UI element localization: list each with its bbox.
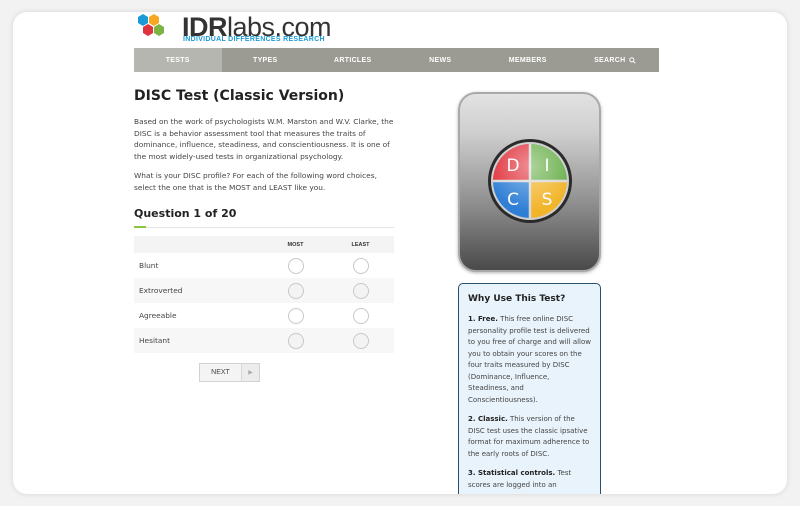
- question-divider-accent: [134, 226, 146, 228]
- disc-letter: C: [507, 190, 519, 210]
- disc-logo-icon: D I C S: [488, 139, 572, 223]
- least-radio[interactable]: [352, 332, 369, 349]
- main-nav: TESTS TYPES ARTICLES NEWS MEMBERS SEARCH: [134, 48, 659, 72]
- question-divider: [134, 227, 394, 228]
- why-use-box: Why Use This Test? 1. Free. This free on…: [458, 283, 601, 494]
- most-radio[interactable]: [287, 307, 304, 324]
- why-point: 1. Free. This free online DISC personali…: [468, 315, 592, 404]
- why-point: 2. Classic. This version of the DISC tes…: [468, 415, 590, 458]
- disc-letter: D: [506, 156, 519, 176]
- most-radio[interactable]: [287, 282, 304, 299]
- next-button-label: NEXT: [211, 369, 230, 376]
- column-most-header: MOST: [287, 241, 304, 248]
- logo-tagline: INDIVIDUAL DIFFERENCES RESEARCH: [183, 36, 325, 43]
- least-radio[interactable]: [352, 307, 369, 324]
- why-title: Why Use This Test?: [468, 294, 566, 304]
- table-header: MOST LEAST: [134, 236, 394, 253]
- nav-item-news[interactable]: NEWS: [397, 48, 485, 72]
- option-label: Extroverted: [139, 286, 183, 295]
- nav-item-types[interactable]: TYPES: [222, 48, 310, 72]
- nav-item-tests[interactable]: TESTS: [134, 48, 222, 72]
- table-row: Extroverted: [134, 278, 394, 303]
- nav-item-articles[interactable]: ARTICLES: [309, 48, 397, 72]
- table-row: Blunt: [134, 253, 394, 278]
- table-row: Agreeable: [134, 303, 394, 328]
- page-title: DISC Test (Classic Version): [134, 88, 345, 104]
- question-table: MOST LEAST Blunt Extroverted Agreeable H…: [134, 236, 394, 353]
- page-frame: IDRlabs.com INDIVIDUAL DIFFERENCES RESEA…: [13, 12, 787, 494]
- column-least-header: LEAST: [351, 241, 370, 248]
- least-radio[interactable]: [352, 282, 369, 299]
- question-title: Question 1 of 20: [134, 207, 237, 220]
- disc-app-icon: D I C S: [458, 92, 601, 272]
- site-logo[interactable]: IDRlabs.com INDIVIDUAL DIFFERENCES RESEA…: [134, 12, 334, 48]
- most-radio[interactable]: [287, 332, 304, 349]
- option-label: Hesitant: [139, 336, 171, 345]
- arrow-right-icon: ▶: [241, 364, 259, 381]
- intro-paragraph: Based on the work of psychologists W.M. …: [134, 117, 394, 161]
- most-radio[interactable]: [287, 257, 304, 274]
- why-point: 3. Statistical controls. Test scores are…: [468, 469, 572, 489]
- search-icon: [629, 56, 637, 64]
- nav-item-search[interactable]: SEARCH: [572, 48, 660, 72]
- instructions-paragraph: What is your DISC profile? For each of t…: [134, 171, 377, 192]
- table-row: Hesitant: [134, 328, 394, 353]
- logo-hexagons-icon: [138, 14, 164, 36]
- least-radio[interactable]: [352, 257, 369, 274]
- option-label: Blunt: [139, 261, 159, 270]
- disc-letter: S: [542, 190, 553, 210]
- option-label: Agreeable: [139, 311, 177, 320]
- nav-item-members[interactable]: MEMBERS: [484, 48, 572, 72]
- disc-letter: I: [544, 156, 549, 176]
- next-button[interactable]: NEXT ▶: [199, 363, 260, 382]
